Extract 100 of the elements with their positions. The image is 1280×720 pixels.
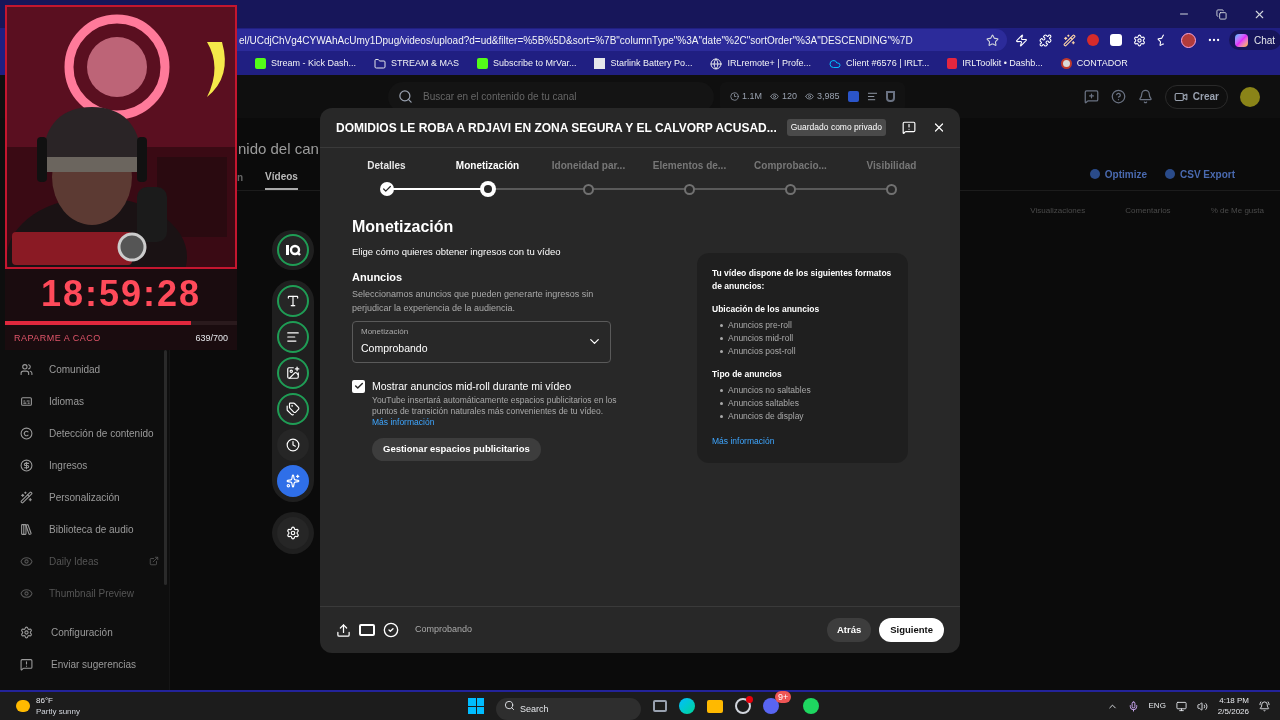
checkbox[interactable] xyxy=(352,379,365,393)
eye-icon xyxy=(770,92,779,101)
network-icon[interactable] xyxy=(1175,700,1187,712)
sidebar-item[interactable]: Ingresos xyxy=(0,457,159,473)
folder-icon xyxy=(374,57,387,70)
list-icon[interactable] xyxy=(866,91,878,102)
dialog-title: DOMIDIOS LE ROBA A RDJAVI EN ZONA SEGURA Y EL CALVORP ACUSAD... xyxy=(336,119,777,137)
restore-icon[interactable] xyxy=(1216,8,1227,20)
sidebar-item[interactable]: Personalización xyxy=(0,489,159,505)
copyright-icon xyxy=(20,426,33,440)
page-icon xyxy=(594,58,606,69)
bookmark[interactable]: IRLremote+ | Profe... xyxy=(710,56,812,71)
weather-text: Partly sunny xyxy=(36,706,81,717)
ads-heading: Anuncios xyxy=(352,270,404,286)
folder-icon[interactable] xyxy=(707,699,723,713)
clock-date[interactable]: 2/5/2026 xyxy=(1217,706,1249,717)
monetization-select[interactable]: Monetización Comprobando xyxy=(352,320,611,363)
bookmark[interactable]: Stream - Kick Dash... xyxy=(255,56,357,71)
tool-button[interactable] xyxy=(277,285,309,317)
tool-button[interactable] xyxy=(277,357,309,389)
bookmark[interactable]: Client #6576 | IRLT... xyxy=(829,56,930,71)
tool-button[interactable] xyxy=(277,429,309,461)
feedback-icon[interactable] xyxy=(901,120,916,135)
manage-ads-button[interactable]: Gestionar espacios publicitarios xyxy=(372,437,541,461)
section-subtitle: Elige cómo quieres obtener ingresos con tu vídeo xyxy=(352,245,562,259)
settings-icon xyxy=(286,526,300,540)
stat-count: 120 xyxy=(770,89,798,104)
extension-icon xyxy=(1165,169,1175,179)
bookmark[interactable]: Starlink Battery Po... xyxy=(594,56,693,71)
favorite-icon[interactable] xyxy=(986,33,999,47)
clock-time[interactable]: 4:18 PM xyxy=(1219,695,1249,706)
settings-icon[interactable] xyxy=(1133,33,1146,47)
info-list-item: Anuncios mid-roll xyxy=(712,331,893,345)
info-list-item: Anuncios pre-roll xyxy=(712,318,893,332)
page-tab[interactable]: Vídeos xyxy=(265,165,298,190)
people-icon xyxy=(20,362,33,376)
notifications-icon[interactable] xyxy=(1137,89,1153,104)
search-icon xyxy=(398,88,413,104)
section-heading: Monetización xyxy=(352,217,455,237)
puzzle-icon[interactable] xyxy=(1039,33,1052,47)
eye-icon xyxy=(805,92,815,101)
midroll-description: YouTube insertará automáticamente espacios publicitarios en los puntos de transición naturales más convenientes de tu vídeo. xyxy=(372,394,617,417)
sidebar-item[interactable]: Idiomas xyxy=(0,393,159,409)
info-list-item: Anuncios saltables xyxy=(712,396,893,410)
info-list-item: Anuncios post-roll xyxy=(712,344,893,358)
extension-icon[interactable] xyxy=(1110,34,1122,46)
notifications-icon[interactable] xyxy=(1259,700,1270,712)
more-info-link[interactable]: Más información xyxy=(372,416,617,428)
eye-icon xyxy=(20,586,33,600)
lines-icon xyxy=(286,330,300,344)
bookmark[interactable]: STREAM & MAS xyxy=(374,56,460,71)
extension-icon xyxy=(1089,169,1100,179)
sparkle-icon xyxy=(286,474,300,488)
volume-icon[interactable] xyxy=(1196,700,1208,712)
temperature-text: 86°F xyxy=(36,695,54,706)
help-icon[interactable] xyxy=(1110,89,1126,104)
sidebar-item[interactable]: Configuración xyxy=(0,616,169,648)
extension-icon[interactable] xyxy=(1015,33,1028,47)
sidebar-item[interactable]: Detección de contenido xyxy=(0,425,159,441)
info-section-title: Tipo de anuncios xyxy=(712,367,783,381)
step-tab[interactable]: Monetización xyxy=(455,158,520,173)
comment-icon[interactable] xyxy=(1083,89,1099,104)
tool-button[interactable] xyxy=(277,393,309,425)
sidebar-item[interactable]: Biblioteca de audio xyxy=(0,521,159,537)
dollar-icon xyxy=(20,458,33,472)
check-circle-icon xyxy=(383,622,399,638)
stat-count: 3,985 xyxy=(805,89,840,104)
info-intro: Tu vídeo dispone de los siguientes formatos de anuncios: xyxy=(712,267,893,293)
extension-button[interactable]: CSV Export xyxy=(1165,166,1235,182)
goal-label: RAPARME A CACO xyxy=(14,332,101,345)
channel-avatar[interactable] xyxy=(1240,86,1260,107)
microphone-icon[interactable] xyxy=(1127,700,1139,712)
step-tab[interactable]: Detalles xyxy=(367,158,406,173)
subtitles-icon xyxy=(20,394,33,408)
bookmark[interactable]: IRLToolkit • Dashb... xyxy=(947,56,1043,71)
globe-icon xyxy=(710,57,723,70)
copilot-icon xyxy=(1235,33,1248,47)
taskbar-search[interactable]: Search xyxy=(496,698,641,720)
page-title: nido del can xyxy=(238,139,319,159)
windows-icon[interactable] xyxy=(468,698,484,714)
profile-avatar[interactable] xyxy=(1181,32,1196,48)
weather-icon xyxy=(16,700,30,712)
address-bar[interactable]: el/UCdjChVg4CYWAhAcUmy1Dpug/videos/upload?d=ud&filter=%5B%5D&sort=%7B"columnType"%3A"date"%2C"sortOrder"%3A"DESCENDING"%7D xyxy=(237,29,1007,51)
back-button[interactable]: Atrás xyxy=(826,618,872,642)
info-list-item: Anuncios no saltables xyxy=(712,383,893,397)
bookmark[interactable]: Subscribe to MrVar... xyxy=(477,56,577,71)
bookmark[interactable]: CONTADOR xyxy=(1060,56,1128,71)
more-info-link[interactable]: Más información xyxy=(712,434,893,448)
language-indicator[interactable]: ENG xyxy=(1148,700,1166,712)
chat-button[interactable]: Chat xyxy=(1229,30,1280,50)
next-button[interactable]: Siguiente xyxy=(879,618,944,642)
sidebar-item[interactable]: Enviar sugerencias xyxy=(0,648,169,680)
wand-icon[interactable] xyxy=(1063,33,1076,47)
eye-icon xyxy=(20,554,33,568)
checkbox-label: Mostrar anuncios mid-roll durante mi vídeo xyxy=(372,379,572,393)
task-view-icon[interactable] xyxy=(653,700,667,712)
tool-button[interactable] xyxy=(277,465,309,497)
ads-description: Seleccionamos anuncios que pueden generarte ingresos sin perjudicar la experiencia de la audiencia. xyxy=(352,287,595,315)
sidebar-item[interactable]: Comunidad xyxy=(0,361,159,377)
extension-button[interactable]: Optimize xyxy=(1089,166,1147,182)
